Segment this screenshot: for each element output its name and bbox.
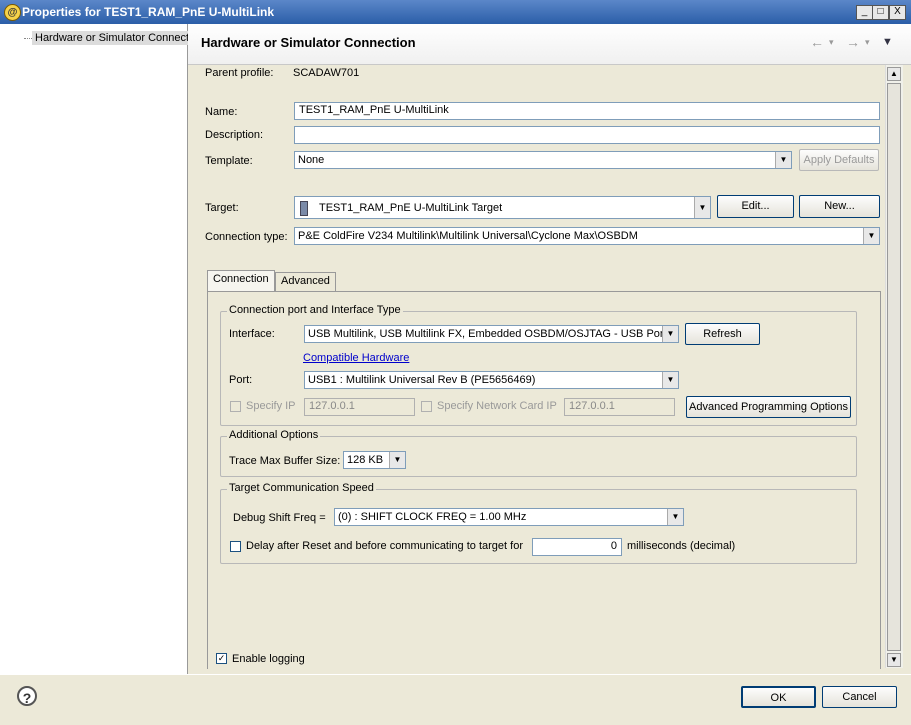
- ip-field[interactable]: 127.0.0.1: [304, 398, 415, 416]
- cancel-button[interactable]: Cancel: [822, 686, 897, 708]
- connection-type-value: P&E ColdFire V234 Multilink\Multilink Un…: [298, 230, 638, 242]
- app-icon: @: [4, 4, 21, 21]
- name-field[interactable]: TEST1_RAM_PnE U-MultiLink: [294, 102, 880, 120]
- additional-options-group: Additional Options Trace Max Buffer Size…: [220, 429, 857, 477]
- chevron-down-icon[interactable]: ▼: [863, 228, 879, 244]
- compatible-hardware-link[interactable]: Compatible Hardware: [303, 352, 409, 364]
- minimize-button[interactable]: _: [856, 5, 873, 20]
- connection-port-group-title: Connection port and Interface Type: [227, 304, 403, 316]
- network-card-ip-field[interactable]: 127.0.0.1: [564, 398, 675, 416]
- close-button[interactable]: X: [889, 5, 906, 20]
- interface-select[interactable]: USB Multilink, USB Multilink FX, Embedde…: [304, 325, 679, 343]
- back-menu-icon[interactable]: ▾: [829, 37, 834, 48]
- content-area: Parent profile: SCADAW701 Name: TEST1_RA…: [188, 65, 885, 672]
- scroll-up-icon[interactable]: ▲: [887, 67, 901, 81]
- enable-logging-label: Enable logging: [232, 653, 305, 665]
- view-menu-icon[interactable]: ▼: [882, 36, 893, 48]
- debug-shift-freq-label: Debug Shift Freq =: [233, 512, 326, 524]
- new-target-button[interactable]: New...: [799, 195, 880, 218]
- forward-menu-icon[interactable]: ▾: [865, 37, 870, 48]
- trace-buffer-label: Trace Max Buffer Size:: [229, 455, 341, 467]
- chevron-down-icon[interactable]: ▼: [389, 452, 405, 468]
- page-title: Hardware or Simulator Connection: [201, 35, 416, 50]
- interface-value: USB Multilink, USB Multilink FX, Embedde…: [308, 328, 667, 340]
- specify-network-card-ip-checkbox[interactable]: [421, 401, 432, 412]
- chevron-down-icon[interactable]: ▼: [775, 152, 791, 168]
- template-label: Template:: [205, 155, 253, 167]
- chevron-down-icon[interactable]: ▼: [667, 509, 683, 525]
- delay-field[interactable]: 0: [532, 538, 622, 556]
- window-title: Properties for TEST1_RAM_PnE U-MultiLink: [22, 5, 275, 19]
- description-label: Description:: [205, 129, 264, 141]
- chevron-down-icon[interactable]: ▼: [662, 372, 678, 388]
- apply-defaults-button[interactable]: Apply Defaults: [799, 149, 879, 171]
- parent-profile-label: Parent profile:: [205, 67, 274, 79]
- delay-after-reset-label: Delay after Reset and before communicati…: [246, 540, 523, 552]
- scroll-down-icon[interactable]: ▼: [887, 653, 901, 667]
- ok-button[interactable]: OK: [741, 686, 816, 708]
- target-label: Target:: [205, 202, 239, 214]
- specify-ip-checkbox[interactable]: [230, 401, 241, 412]
- debug-shift-freq-value: (0) : SHIFT CLOCK FREQ = 1.00 MHz: [338, 511, 527, 523]
- help-icon[interactable]: ?: [17, 686, 37, 706]
- speed-group-title: Target Communication Speed: [227, 482, 376, 494]
- delay-after-reset-checkbox[interactable]: [230, 541, 241, 552]
- page-header: Hardware or Simulator Connection ← ▾ → ▾…: [188, 24, 911, 65]
- tab-connection[interactable]: Connection: [207, 270, 275, 292]
- chevron-down-icon[interactable]: ▼: [694, 197, 710, 218]
- refresh-button[interactable]: Refresh: [685, 323, 760, 345]
- template-select[interactable]: None ▼: [294, 151, 792, 169]
- vertical-scrollbar[interactable]: ▲ ▼: [885, 65, 903, 668]
- interface-label: Interface:: [229, 328, 275, 340]
- target-select[interactable]: TEST1_RAM_PnE U-MultiLink Target ▼: [294, 196, 711, 219]
- target-value: TEST1_RAM_PnE U-MultiLink Target: [319, 202, 503, 214]
- tree-item-hardware-connection[interactable]: Hardware or Simulator Connect: [32, 31, 193, 45]
- template-value: None: [298, 154, 325, 166]
- specify-network-card-ip-label: Specify Network Card IP: [437, 400, 557, 412]
- property-tree: Hardware or Simulator Connect: [0, 24, 193, 674]
- scroll-thumb[interactable]: [887, 83, 901, 651]
- connection-type-select[interactable]: P&E ColdFire V234 Multilink\Multilink Un…: [294, 227, 880, 245]
- target-icon: [300, 201, 308, 216]
- parent-profile-value: SCADAW701: [293, 67, 360, 79]
- advanced-programming-options-button[interactable]: Advanced Programming Options: [686, 396, 851, 418]
- specify-ip-label: Specify IP: [246, 400, 296, 412]
- port-value: USB1 : Multilink Universal Rev B (PE5656…: [308, 374, 536, 386]
- target-communication-speed-group: Target Communication Speed Debug Shift F…: [220, 482, 857, 564]
- tab-advanced[interactable]: Advanced: [275, 272, 336, 292]
- connection-type-label: Connection type:: [205, 231, 288, 243]
- port-select[interactable]: USB1 : Multilink Universal Rev B (PE5656…: [304, 371, 679, 389]
- chevron-down-icon[interactable]: ▼: [662, 326, 678, 342]
- enable-logging-checkbox[interactable]: ✓: [216, 653, 227, 664]
- connection-port-group: Connection port and Interface Type Inter…: [220, 304, 857, 426]
- forward-icon[interactable]: →: [846, 34, 860, 50]
- port-label: Port:: [229, 374, 253, 386]
- tree-connector: [24, 38, 32, 39]
- tab-panel: Connection port and Interface Type Inter…: [207, 291, 881, 669]
- delay-unit-label: milliseconds (decimal): [627, 540, 736, 552]
- additional-options-group-title: Additional Options: [227, 429, 321, 441]
- title-bar: @ Properties for TEST1_RAM_PnE U-MultiLi…: [0, 0, 911, 24]
- maximize-button[interactable]: □: [872, 5, 889, 20]
- debug-shift-freq-select[interactable]: (0) : SHIFT CLOCK FREQ = 1.00 MHz ▼: [334, 508, 684, 526]
- trace-buffer-value: 128 KB: [347, 454, 384, 466]
- edit-target-button[interactable]: Edit...: [717, 195, 794, 218]
- back-icon[interactable]: ←: [810, 34, 824, 50]
- trace-buffer-select[interactable]: 128 KB ▼: [343, 451, 406, 469]
- name-label: Name:: [205, 106, 238, 118]
- description-field[interactable]: [294, 126, 880, 144]
